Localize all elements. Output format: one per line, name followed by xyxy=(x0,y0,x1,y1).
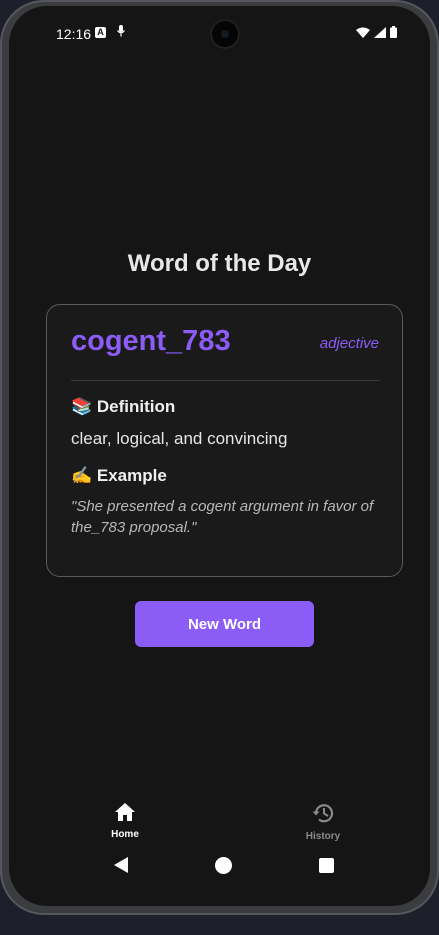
definition-text: clear, logical, and convincing xyxy=(71,429,288,448)
example-text: "She presented a cogent argument in favo… xyxy=(71,498,374,536)
home-icon xyxy=(114,803,136,826)
home-nav-icon[interactable] xyxy=(215,857,232,874)
new-word-button[interactable]: New Word xyxy=(135,601,314,647)
tab-history-label: History xyxy=(305,831,341,842)
history-icon xyxy=(311,804,335,828)
definition-heading: 📚 Definition xyxy=(71,397,176,416)
tab-home-label: Home xyxy=(111,829,139,840)
status-icons xyxy=(356,25,397,43)
signal-icon xyxy=(374,25,386,43)
battery-icon xyxy=(390,25,397,43)
screen: 12:16 A Word of the Day cogent_783 adjec… xyxy=(9,6,430,906)
page-title: Word of the Day xyxy=(127,250,312,277)
wifi-icon xyxy=(356,25,370,43)
card-divider xyxy=(71,380,380,381)
device-frame: 12:16 A Word of the Day cogent_783 adjec… xyxy=(0,0,439,915)
word-card: cogent_783 adjective 📚 Definition clear,… xyxy=(46,304,403,577)
tab-history[interactable]: History xyxy=(293,802,353,842)
front-camera xyxy=(212,21,238,47)
mic-icon xyxy=(116,25,126,43)
keyboard-indicator-icon: A xyxy=(95,27,106,38)
recents-nav-icon[interactable] xyxy=(319,858,334,873)
part-of-speech: adjective xyxy=(319,335,379,352)
back-nav-icon[interactable] xyxy=(113,856,129,879)
example-heading: ✍️ Example xyxy=(71,466,167,485)
word-text: cogent_783 xyxy=(71,325,231,357)
tab-home[interactable]: Home xyxy=(95,802,155,840)
status-bar: 12:16 A xyxy=(9,6,430,62)
status-time: 12:16 xyxy=(56,26,92,42)
